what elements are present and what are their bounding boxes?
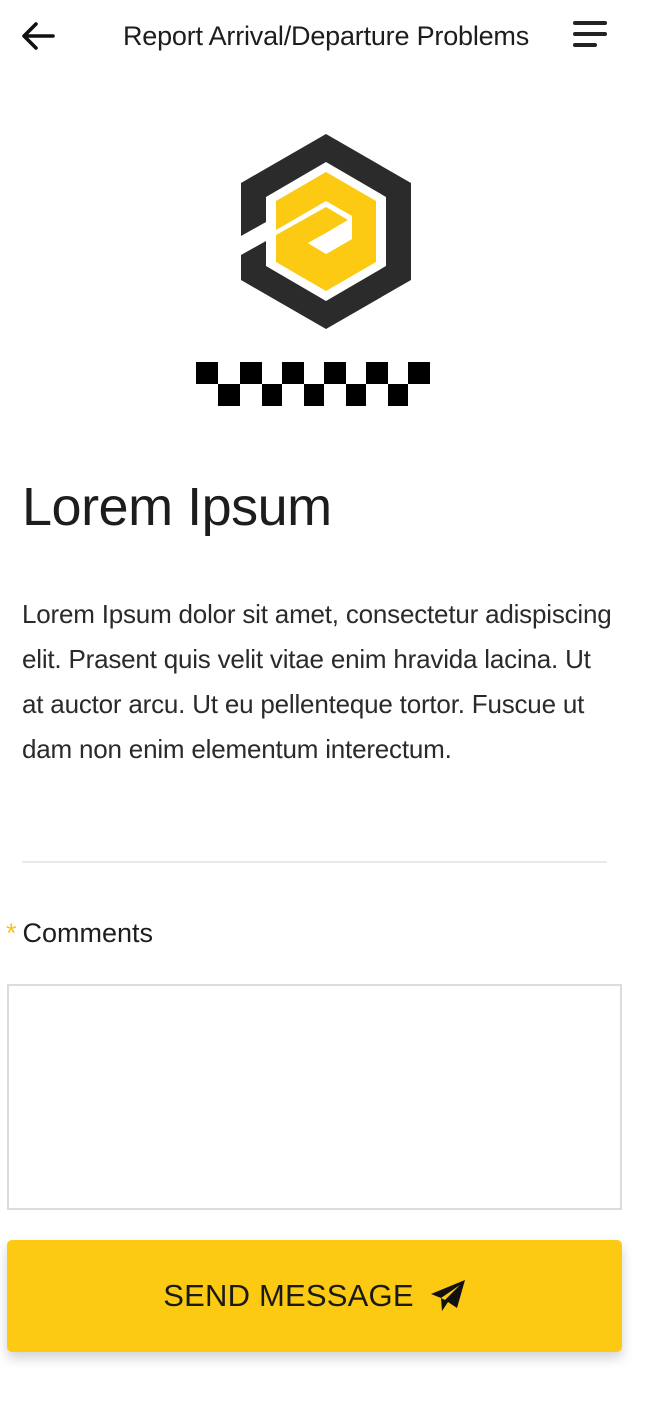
description-text: Lorem Ipsum dolor sit amet, consectetur …	[22, 599, 612, 764]
comments-label: * Comments	[6, 914, 153, 952]
headline: Lorem Ipsum	[22, 477, 332, 537]
top-app-bar: Report Arrival/Departure Problems	[0, 0, 652, 72]
page-title: Report Arrival/Departure Problems	[122, 21, 530, 51]
hexagon-logo-icon	[241, 134, 411, 329]
comments-label-text: Comments	[22, 918, 154, 948]
divider	[22, 861, 607, 863]
brand-logo	[0, 130, 652, 406]
menu-icon	[573, 21, 607, 47]
required-asterisk: *	[6, 918, 17, 948]
send-message-button[interactable]: SEND MESSAGE	[7, 1240, 622, 1352]
checkered-stripe	[196, 362, 430, 406]
send-message-label: SEND MESSAGE	[163, 1278, 414, 1313]
menu-button[interactable]	[566, 10, 614, 58]
paper-plane-icon	[430, 1279, 466, 1313]
comments-textarea[interactable]	[7, 984, 622, 1210]
